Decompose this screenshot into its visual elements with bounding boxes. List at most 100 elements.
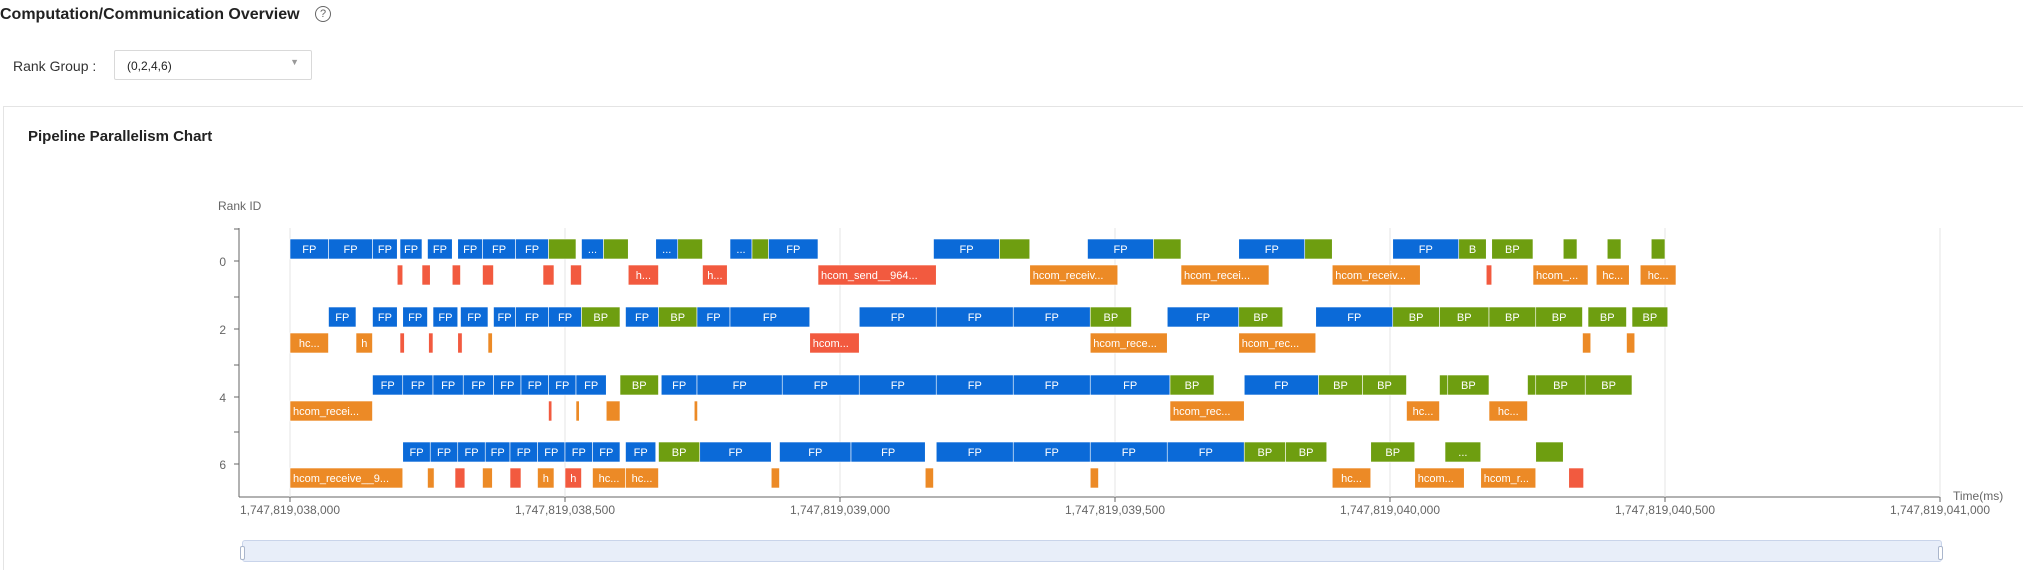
bar-label: FP	[441, 380, 455, 392]
bar-label: BP	[672, 447, 687, 459]
bar-label: hc...	[1648, 270, 1669, 282]
bar-label: FP	[814, 380, 828, 392]
x-tick-label: 1,747,819,039,500	[1065, 503, 1165, 517]
bar-label: hc...	[1413, 406, 1434, 418]
bar-label: FP	[968, 380, 982, 392]
compute-bar	[603, 238, 629, 260]
bar-label: hc...	[1341, 473, 1362, 485]
bar-label: BP	[1457, 312, 1472, 324]
bar-label: h	[361, 338, 367, 350]
compute-bar	[1650, 238, 1666, 260]
compute-bar	[1304, 238, 1333, 260]
bar-label: ...	[736, 244, 745, 256]
comm-bar	[421, 264, 431, 286]
bar-label: FP	[733, 380, 747, 392]
bar-label: B	[1469, 244, 1476, 256]
x-axis-title: Time(ms)	[1953, 489, 2003, 503]
bar-label: FP	[438, 312, 452, 324]
bar-label: FP	[409, 447, 423, 459]
x-tick-label: 1,747,819,038,500	[515, 503, 615, 517]
bar-label: FP	[1274, 380, 1288, 392]
bar-label: FP	[959, 244, 973, 256]
bar-label: h	[543, 473, 549, 485]
comm-bar	[1485, 264, 1493, 286]
comm-bar	[399, 332, 405, 354]
bar-label: hc...	[599, 473, 620, 485]
bar-label: FP	[404, 244, 418, 256]
bar-label: FP	[1045, 312, 1059, 324]
bar-label: hcom_recei...	[293, 406, 359, 418]
bar-label: FP	[528, 380, 542, 392]
bar-label: BP	[670, 312, 685, 324]
comm-bar	[454, 467, 466, 489]
bar-label: FP	[808, 447, 822, 459]
compute-bar	[1535, 441, 1564, 463]
comm-bar	[482, 264, 494, 286]
bar-label: FP	[763, 312, 777, 324]
bar-label: FP	[672, 380, 686, 392]
bar-label: BP	[1553, 380, 1568, 392]
comm-bar	[482, 467, 493, 489]
zoom-handle-right[interactable]	[1938, 546, 1943, 560]
zoom-slider[interactable]	[242, 540, 1942, 562]
comm-bar	[548, 400, 553, 422]
bar-label: FP	[891, 380, 905, 392]
bar-label: FP	[408, 312, 422, 324]
bar-label: BP	[1409, 312, 1424, 324]
comm-bar	[1582, 332, 1592, 354]
x-tick-label: 1,747,819,041,000	[1890, 503, 1990, 517]
bar-label: BP	[1643, 312, 1658, 324]
bar-label: hcom_r...	[1484, 473, 1529, 485]
bar-label: BP	[1333, 380, 1348, 392]
bar-label: FP	[968, 312, 982, 324]
bar-label: FP	[517, 447, 531, 459]
compute-bar	[1527, 374, 1537, 396]
compute-bar	[1439, 374, 1449, 396]
bar-label: BP	[1253, 312, 1268, 324]
bar-label: hcom_...	[1536, 270, 1578, 282]
bar-label: FP	[544, 447, 558, 459]
y-tick-label: 4	[219, 391, 226, 405]
compute-bar	[999, 238, 1031, 260]
bar-label: BP	[1385, 447, 1400, 459]
bar-label: h...	[707, 270, 722, 282]
comm-bar	[509, 467, 522, 489]
bar-label: FP	[1347, 312, 1361, 324]
bar-label: FP	[572, 447, 586, 459]
comm-bar	[693, 400, 698, 422]
bar-label: FP	[411, 380, 425, 392]
bar-label: BP	[1601, 380, 1616, 392]
bar-label: BP	[1185, 380, 1200, 392]
bar-label: FP	[492, 244, 506, 256]
comm-bar	[570, 264, 582, 286]
comm-bar	[605, 400, 621, 422]
bar-label: FP	[464, 447, 478, 459]
bar-label: FP	[1122, 447, 1136, 459]
bar-label: hcom_rece...	[1093, 338, 1157, 350]
x-tick-label: 1,747,819,039,000	[790, 503, 890, 517]
bar-label: FP	[433, 244, 447, 256]
zoom-handle-left[interactable]	[240, 546, 245, 560]
comm-bar	[924, 467, 934, 489]
bar-label: FP	[335, 312, 349, 324]
bar-label: hcom...	[813, 338, 849, 350]
bar-label: hc...	[1498, 406, 1519, 418]
bar-label: h...	[636, 270, 651, 282]
bar-label: hcom...	[1418, 473, 1454, 485]
bar-label: FP	[786, 244, 800, 256]
bar-label: BP	[1104, 312, 1119, 324]
compute-bar	[751, 238, 769, 260]
bar-label: FP	[728, 447, 742, 459]
compute-bar	[1606, 238, 1622, 260]
bar-label: ...	[1458, 447, 1467, 459]
comm-bar	[487, 332, 493, 354]
bar-label: FP	[463, 244, 477, 256]
comm-bar	[457, 332, 463, 354]
y-tick-label: 0	[219, 255, 226, 269]
bar-label: FP	[1045, 447, 1059, 459]
bar-label: BP	[1299, 447, 1314, 459]
bar-label: FP	[706, 312, 720, 324]
bar-label: hcom_receive__9...	[293, 473, 389, 485]
x-tick-label: 1,747,819,038,000	[240, 503, 340, 517]
bar-label: h	[570, 473, 576, 485]
